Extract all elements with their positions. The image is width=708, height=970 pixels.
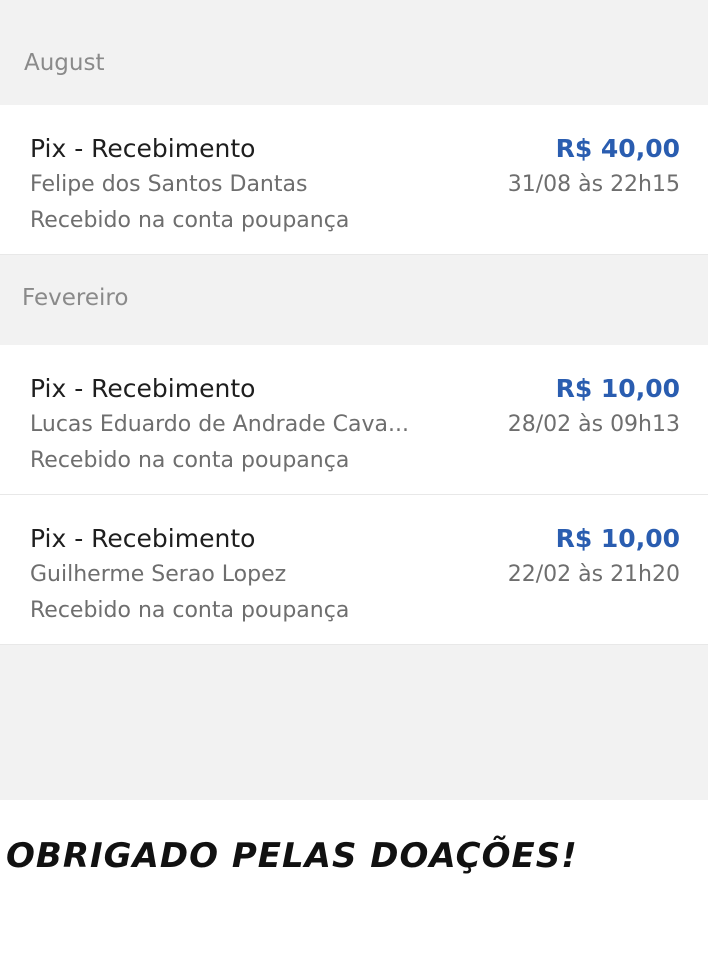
transaction-title: Pix - Recebimento	[30, 524, 256, 553]
transaction-sender-name: Guilherme Serao Lopez	[30, 562, 287, 587]
transaction-datetime: 28/02 às 09h13	[507, 412, 680, 437]
transaction-sender-name: Lucas Eduardo de Andrade Cava...	[30, 412, 410, 437]
transaction-subtitle: Recebido na conta poupança	[30, 208, 350, 233]
transactions-screen: August Pix - Recebimento R$ 40,00 Felipe…	[0, 0, 708, 800]
transaction-amount: R$ 10,00	[555, 524, 680, 553]
transaction-amount: R$ 40,00	[555, 134, 680, 163]
transaction-item[interactable]: Pix - Recebimento R$ 10,00 Lucas Eduardo…	[0, 345, 708, 495]
month-header-august: August	[24, 50, 105, 76]
transaction-subtitle: Recebido na conta poupança	[30, 598, 350, 623]
transaction-subtitle: Recebido na conta poupança	[30, 448, 350, 473]
month-header-fevereiro: Fevereiro	[22, 285, 129, 311]
transaction-item[interactable]: Pix - Recebimento R$ 40,00 Felipe dos Sa…	[0, 105, 708, 255]
transaction-title: Pix - Recebimento	[30, 374, 256, 403]
transaction-item[interactable]: Pix - Recebimento R$ 10,00 Guilherme Ser…	[0, 495, 708, 645]
transaction-sender-name: Felipe dos Santos Dantas	[30, 172, 308, 197]
transaction-datetime: 31/08 às 22h15	[507, 172, 680, 197]
transaction-datetime: 22/02 às 21h20	[507, 562, 680, 587]
thank-you-text: Obrigado pelas doações!	[6, 836, 578, 876]
transaction-title: Pix - Recebimento	[30, 134, 256, 163]
transaction-amount: R$ 10,00	[555, 374, 680, 403]
thank-you-caption: Obrigado pelas doações!	[0, 800, 708, 970]
